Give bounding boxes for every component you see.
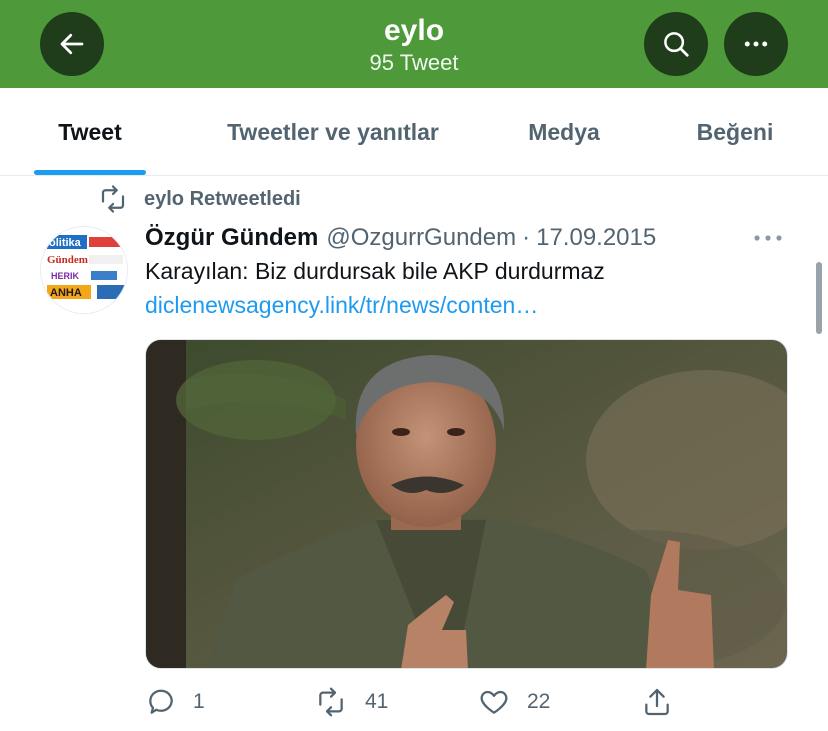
retweet-label: eylo Retweetledi [144,187,301,210]
more-horizontal-icon [754,235,782,241]
retweet-icon [319,687,343,717]
avatar-line-2: Gündem [47,254,88,266]
author-handle[interactable]: @OzgurrGundem [326,224,516,252]
scrollbar[interactable] [816,262,822,334]
tweet-media-image[interactable] [145,339,788,669]
share-button[interactable] [641,682,673,722]
separator-dot: · [522,224,531,251]
retweet-context[interactable]: eylo Retweetledi [96,184,301,214]
news-logo-collage: olitika Gündem HERIK ANHA [41,227,127,313]
active-tab-indicator [34,170,146,175]
tweet-actions: 1 41 22 [145,682,705,722]
more-horizontal-icon [744,41,768,47]
tweet-link[interactable]: diclenewsagency.link/tr/news/conten… [145,292,538,319]
like-button[interactable]: 22 [477,682,550,722]
tab-likes[interactable]: Beğeni [642,88,828,176]
retweet-icon [101,185,125,213]
more-button[interactable] [724,12,788,76]
reply-button[interactable]: 1 [145,682,205,722]
search-button[interactable] [644,12,708,76]
tweet-more-button[interactable] [752,226,784,250]
avatar-line-3: HERIK [51,271,80,281]
retweet-count: 41 [365,690,389,713]
share-icon [645,688,669,716]
tab-media[interactable]: Medya [486,88,642,176]
tweet-author-line: Özgür Gündem @OzgurrGundem · 17.09.2015 [145,222,656,254]
retweet-button[interactable]: 41 [313,682,388,722]
author-name[interactable]: Özgür Gündem [145,224,318,252]
tweet-text: Karayılan: Biz durdursak bile AKP durdur… [145,258,605,284]
search-icon [664,32,689,57]
author-avatar[interactable]: olitika Gündem HERIK ANHA [40,226,128,314]
tab-tweet[interactable]: Tweet [0,88,180,176]
profile-header: eylo 95 Tweet [0,0,828,88]
tweet-date[interactable]: 17.09.2015 [536,224,656,252]
heart-icon [480,690,508,714]
reply-icon [149,689,173,714]
avatar-line-1: olitika [49,237,82,249]
photo-man-thumbs-up [146,340,787,668]
reply-count: 1 [193,690,205,713]
profile-tabs: Tweet Tweetler ve yanıtlar Medya Beğeni [0,88,828,176]
tab-tweets-and-replies[interactable]: Tweetler ve yanıtlar [180,88,486,176]
like-count: 22 [527,690,551,713]
avatar-line-4: ANHA [50,287,82,299]
